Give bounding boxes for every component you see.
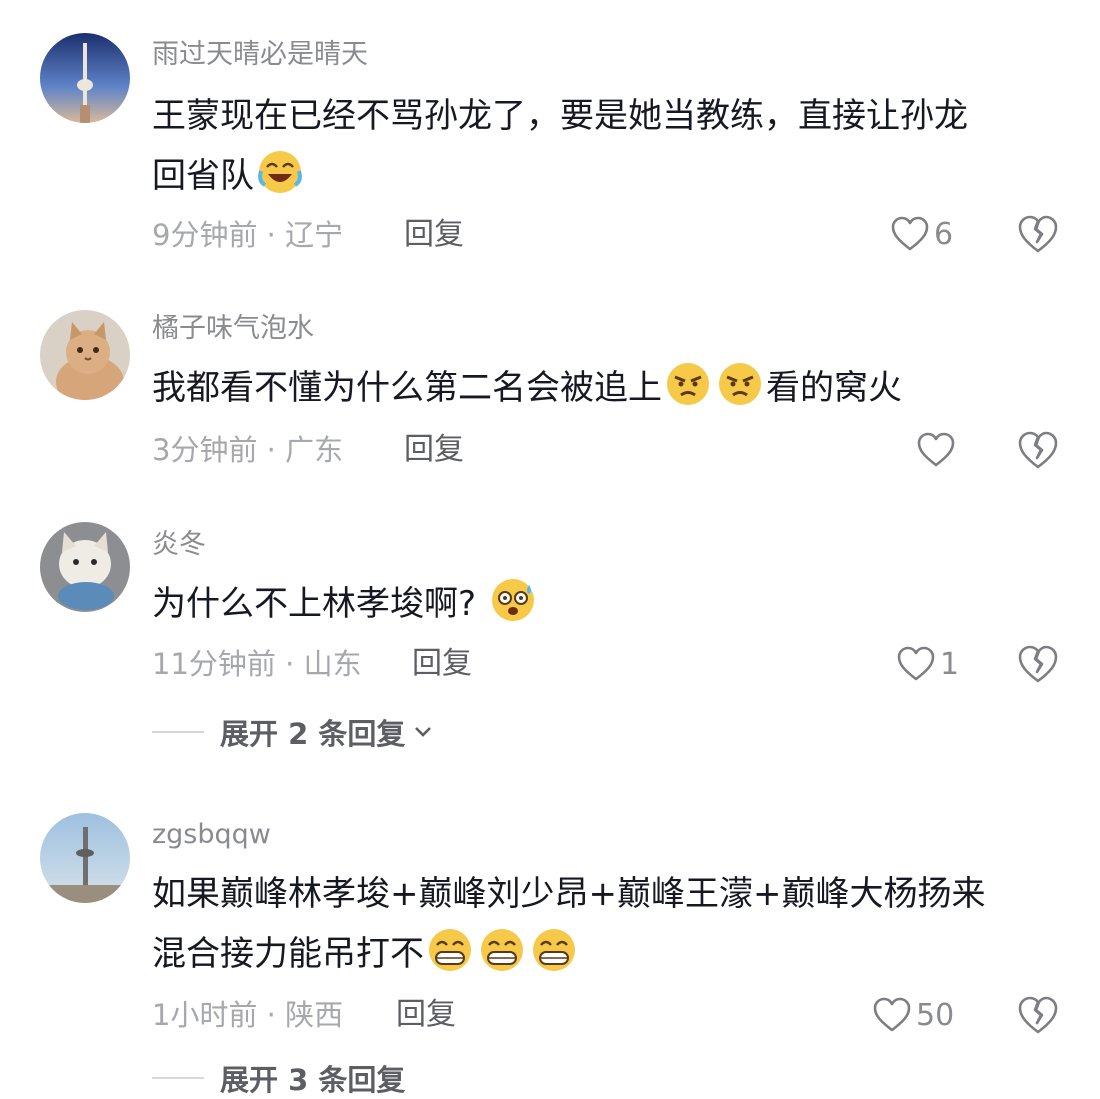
- like-button[interactable]: 1: [896, 642, 959, 686]
- dizzy-sweat-emoji: [492, 579, 535, 621]
- dislike-icon[interactable]: [1016, 428, 1060, 472]
- dislike-icon[interactable]: [1016, 212, 1060, 256]
- comment-text-line: 混合接力能吊打不: [152, 934, 424, 974]
- comment-text: 王蒙现在已经不骂孙龙了，要是她当教练，直接让孙龙 回省队: [152, 86, 1052, 206]
- comment-meta: 1小时前 · 陕西: [152, 995, 343, 1035]
- avatar[interactable]: [40, 310, 130, 400]
- comment-time: 3分钟前: [152, 433, 258, 467]
- comment-location: 山东: [303, 647, 362, 681]
- comment-text: 为什么不上林孝埈啊?: [152, 574, 1052, 634]
- like-count: 1: [940, 646, 960, 682]
- comment-time: 11分钟前: [152, 647, 276, 681]
- username[interactable]: 雨过天晴必是晴天: [152, 38, 368, 72]
- divider-line: [152, 1077, 204, 1079]
- heart-icon: [872, 996, 912, 1034]
- like-count: 6: [934, 216, 954, 252]
- comment-location: 辽宁: [285, 218, 344, 252]
- comment-time: 1小时前: [152, 998, 258, 1032]
- comment-meta: 9分钟前 · 辽宁: [152, 215, 343, 255]
- username[interactable]: 炎冬: [152, 528, 206, 562]
- expand-replies-label: 展开 2 条回复: [220, 717, 406, 751]
- comment-text: 我都看不懂为什么第二名会被追上 看的窝火: [152, 358, 1052, 418]
- comment-text-part: 为什么不上林孝埈啊?: [152, 584, 477, 624]
- like-button[interactable]: [916, 428, 960, 472]
- meta-separator: ·: [275, 647, 304, 681]
- dislike-icon[interactable]: [1016, 642, 1060, 686]
- comment-text-part: 我都看不懂为什么第二名会被追上: [152, 368, 662, 408]
- like-button[interactable]: 6: [890, 212, 953, 256]
- divider-line: [152, 731, 204, 733]
- angry-emoji: [719, 363, 761, 405]
- heart-icon: [896, 645, 936, 683]
- like-button[interactable]: 50: [872, 993, 954, 1037]
- comment-meta: 3分钟前 · 广东: [152, 430, 343, 470]
- like-count: 50: [916, 997, 955, 1033]
- avatar[interactable]: [40, 813, 130, 903]
- grinning-emoji: [533, 929, 575, 971]
- meta-separator: ·: [257, 998, 286, 1032]
- avatar[interactable]: [40, 33, 130, 123]
- comment-text-line: 回省队: [152, 156, 254, 196]
- username[interactable]: 橘子味气泡水: [152, 312, 314, 346]
- reply-button[interactable]: 回复: [396, 995, 456, 1035]
- avatar[interactable]: [40, 522, 130, 612]
- comment-meta: 11分钟前 · 山东: [152, 644, 362, 684]
- comment-text: 如果巅峰林孝埈+巅峰刘少昂+巅峰王濛+巅峰大杨扬来 混合接力能吊打不: [152, 864, 1052, 984]
- angry-emoji: [667, 363, 709, 405]
- chevron-down-icon: [415, 727, 432, 737]
- laughing-crying-emoji: [258, 151, 302, 193]
- comment-text-line: 王蒙现在已经不骂孙龙了，要是她当教练，直接让孙龙: [152, 96, 968, 136]
- heart-icon: [916, 431, 956, 469]
- comment-text-part: 看的窝火: [766, 368, 902, 408]
- reply-button[interactable]: 回复: [404, 215, 464, 255]
- expand-replies-label: 展开 3 条回复: [220, 1063, 406, 1097]
- grinning-emoji: [481, 929, 523, 971]
- expand-replies-button[interactable]: 展开 2 条回复: [152, 712, 433, 752]
- reply-button[interactable]: 回复: [412, 644, 472, 684]
- reply-button[interactable]: 回复: [404, 430, 464, 470]
- grinning-emoji: [429, 929, 471, 971]
- meta-separator: ·: [257, 433, 286, 467]
- meta-separator: ·: [257, 218, 286, 252]
- comment-time: 9分钟前: [152, 218, 258, 252]
- expand-replies-button[interactable]: 展开 3 条回复: [152, 1058, 405, 1098]
- comment-location: 广东: [285, 433, 344, 467]
- heart-icon: [890, 215, 930, 253]
- username[interactable]: zgsbqqw: [152, 818, 271, 852]
- dislike-icon[interactable]: [1016, 993, 1060, 1037]
- comment-text-line: 如果巅峰林孝埈+巅峰刘少昂+巅峰王濛+巅峰大杨扬来: [152, 874, 986, 914]
- comment-location: 陕西: [285, 998, 344, 1032]
